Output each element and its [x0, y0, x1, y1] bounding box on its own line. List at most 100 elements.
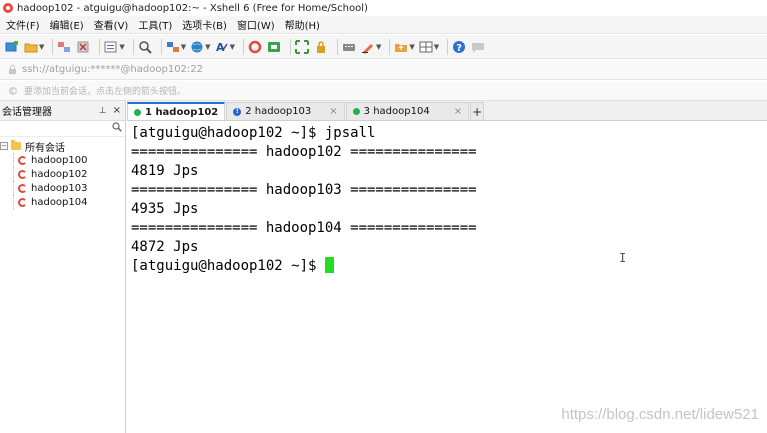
open-dropdown-icon[interactable]: ▼ — [39, 43, 44, 51]
tab-label: 1 hadoop102 — [145, 106, 219, 118]
session-tree: − 所有会话 hadoop100 hadoop102 hadoop103 had… — [0, 137, 125, 209]
session-manager-title: 会话管理器 — [2, 107, 52, 118]
highlight-icon[interactable] — [361, 40, 375, 54]
address-bar: ssh://atguigu:******@hadoop102:22 — [0, 60, 767, 80]
highlight-dropdown-icon[interactable]: ▼ — [376, 43, 381, 51]
collapse-toggle-icon[interactable]: − — [0, 142, 8, 150]
connected-status-icon — [134, 108, 141, 116]
transfer-icon[interactable] — [394, 40, 408, 54]
hint-arrow-icon[interactable] — [8, 86, 18, 96]
close-tab-icon[interactable]: × — [454, 106, 462, 117]
session-icon — [18, 197, 27, 207]
tab-label: 2 hadoop103 — [245, 106, 312, 117]
terminal-line: =============== hadoop104 ==============… — [131, 220, 477, 236]
session-item-hadoop103[interactable]: hadoop103 — [0, 181, 125, 195]
pin-icon[interactable]: ⊥ — [99, 106, 107, 116]
lock-icon[interactable] — [314, 40, 328, 54]
search-icon[interactable] — [138, 40, 152, 54]
close-panel-icon[interactable]: × — [113, 105, 121, 116]
session-item-label: hadoop104 — [31, 196, 88, 208]
tab-hadoop104[interactable]: 3 hadoop104 × — [345, 102, 470, 120]
chat-icon[interactable] — [471, 40, 485, 54]
tab-hadoop102[interactable]: 1 hadoop102 — [127, 102, 226, 120]
toolbar-separator — [132, 38, 134, 55]
globe-dropdown-icon[interactable]: ▼ — [205, 43, 210, 51]
address-text[interactable]: ssh://atguigu:******@hadoop102:22 — [22, 64, 203, 75]
session-icon — [18, 183, 27, 193]
xftp-icon[interactable] — [267, 40, 281, 54]
toolbar-separator — [160, 38, 162, 55]
session-icon — [18, 155, 27, 165]
address-lock-icon — [8, 65, 17, 74]
terminal-prompt-line: [atguigu@hadoop102 ~]$ — [131, 257, 767, 276]
toolbar-separator — [336, 38, 338, 55]
help-icon[interactable]: ? — [452, 40, 466, 54]
session-manager-header: 会话管理器 ⊥ × — [0, 101, 125, 121]
toolbar-separator — [289, 38, 291, 55]
tile-windows-icon[interactable] — [419, 40, 433, 54]
session-manager-panel: 会话管理器 ⊥ × − 所有会话 hadoop100 hadoop102 had… — [0, 101, 126, 433]
tab-hadoop103[interactable]: ! 2 hadoop103 × — [226, 102, 345, 120]
menu-view[interactable]: 查看(V) — [94, 17, 129, 32]
session-item-hadoop104[interactable]: hadoop104 — [0, 195, 125, 209]
open-folder-icon[interactable] — [24, 40, 38, 54]
terminal-line: =============== hadoop102 ==============… — [131, 144, 477, 160]
session-item-hadoop102[interactable]: hadoop102 — [0, 167, 125, 181]
transfer-dropdown-icon[interactable]: ▼ — [409, 43, 414, 51]
tree-root-all-sessions[interactable]: − 所有会话 — [0, 139, 125, 154]
layout-dropdown-icon[interactable]: ▼ — [181, 43, 186, 51]
session-search-input[interactable] — [0, 121, 125, 137]
toolbar-separator — [52, 38, 54, 55]
session-item-label: hadoop103 — [31, 182, 88, 194]
text-cursor-icon: I — [619, 251, 627, 265]
session-item-hadoop100[interactable]: hadoop100 — [0, 153, 125, 167]
new-session-icon[interactable] — [5, 40, 19, 54]
tab-label: 3 hadoop104 — [363, 106, 430, 117]
xshell-icon[interactable] — [248, 40, 262, 54]
info-status-icon: ! — [233, 107, 242, 116]
svg-text:?: ? — [456, 43, 462, 54]
keyboard-icon[interactable] — [342, 40, 356, 54]
toolbar-separator — [389, 38, 391, 55]
tile-dropdown-icon[interactable]: ▼ — [434, 43, 439, 51]
terminal-prompt: [atguigu@hadoop102 ~]$ — [131, 258, 325, 274]
watermark: https://blog.csdn.net/lidew521 — [561, 406, 759, 423]
xshell-app-icon — [3, 3, 13, 13]
toolbar-separator — [242, 38, 244, 55]
add-tab-button[interactable]: + — [470, 102, 485, 120]
connected-status-icon — [352, 108, 360, 115]
hint-text: 要添加当前会话，点击左侧的箭头按钮。 — [24, 87, 187, 97]
menu-bar: 文件(F) 编辑(E) 查看(V) 工具(T) 选项卡(B) 窗口(W) 帮助(… — [0, 16, 767, 34]
tree-root-label: 所有会话 — [25, 142, 65, 154]
title-bar: hadoop102 - atguigu@hadoop102:~ - Xshell… — [0, 0, 767, 16]
disconnect-icon[interactable] — [76, 40, 90, 54]
folder-icon — [11, 140, 21, 150]
terminal-line: [atguigu@hadoop102 ~]$ jpsall — [131, 125, 376, 141]
menu-file[interactable]: 文件(F) — [6, 17, 40, 32]
menu-edit[interactable]: 编辑(E) — [50, 17, 84, 32]
session-search-icon[interactable] — [112, 122, 122, 135]
properties-icon[interactable] — [104, 40, 118, 54]
globe-icon[interactable] — [190, 40, 204, 54]
terminal-cursor — [324, 257, 334, 273]
reconnect-icon[interactable] — [57, 40, 71, 54]
window-title: hadoop102 - atguigu@hadoop102:~ - Xshell… — [17, 2, 368, 14]
menu-help[interactable]: 帮助(H) — [285, 17, 320, 32]
menu-window[interactable]: 窗口(W) — [237, 17, 275, 32]
menu-tab[interactable]: 选项卡(B) — [182, 17, 227, 32]
session-item-label: hadoop100 — [31, 154, 88, 166]
hint-bar: 要添加当前会话，点击左侧的箭头按钮。 — [0, 81, 767, 101]
menu-tools[interactable]: 工具(T) — [138, 17, 172, 32]
font-dropdown-icon[interactable]: ▼ — [230, 43, 235, 51]
session-item-label: hadoop102 — [31, 168, 88, 180]
close-tab-icon[interactable]: × — [329, 106, 337, 117]
fullscreen-icon[interactable] — [294, 39, 309, 54]
session-icon — [18, 169, 27, 179]
properties-dropdown-icon[interactable]: ▼ — [119, 43, 124, 51]
font-icon[interactable]: A — [215, 40, 229, 54]
terminal-line: 4872 Jps — [131, 239, 199, 255]
layout-icon[interactable] — [166, 40, 180, 54]
terminal-line: =============== hadoop103 ==============… — [131, 182, 477, 198]
session-tab-bar: 1 hadoop102 ! 2 hadoop103 × 3 hadoop104 … — [127, 101, 767, 121]
terminal-area[interactable]: [atguigu@hadoop102 ~]$ jpsall ==========… — [127, 121, 767, 433]
